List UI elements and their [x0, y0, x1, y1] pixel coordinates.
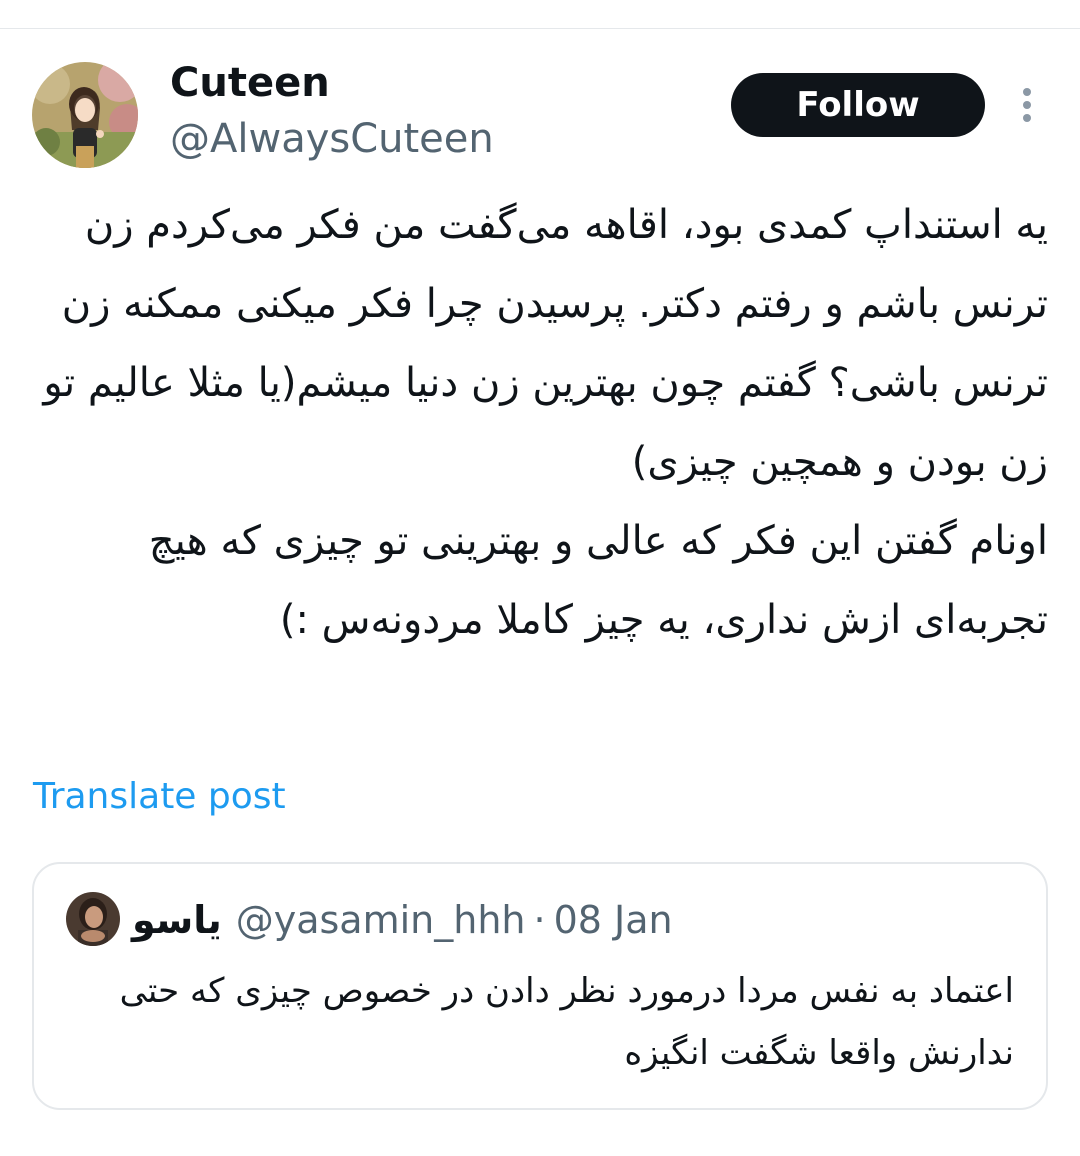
quoted-tweet-date[interactable]: 08 Jan [554, 898, 673, 942]
top-divider [0, 28, 1080, 29]
tweet-paragraph: اونام گفتن این فکر که عالی و بهترینی تو … [148, 518, 1048, 643]
quoted-author-avatar[interactable] [66, 892, 120, 946]
quoted-tweet-card[interactable]: یاسو @yasamin_hhh · 08 Jan اعتماد به نفس… [32, 862, 1048, 1110]
author-display-name[interactable]: Cuteen [170, 56, 330, 110]
quoted-tweet-header: یاسو @yasamin_hhh · 08 Jan [132, 894, 673, 946]
quoted-avatar-photo-icon [66, 892, 120, 946]
tweet-text: یه استنداپ کمدی بود، اقاهه می‌گفت من فکر… [30, 186, 1048, 660]
author-handle[interactable]: @AlwaysCuteen [170, 112, 494, 166]
tweet-paragraph: یه استنداپ کمدی بود، اقاهه می‌گفت من فکر… [43, 202, 1048, 485]
quoted-tweet-text: اعتماد به نفس مردا درمورد نظر دادن در خص… [119, 971, 1014, 1073]
more-vertical-icon[interactable] [1012, 86, 1042, 126]
follow-button[interactable]: Follow [731, 73, 985, 137]
author-avatar[interactable] [32, 62, 138, 168]
avatar-illustration-icon [32, 62, 138, 168]
translate-post-link[interactable]: Translate post [33, 772, 286, 822]
header-separator: · [533, 898, 546, 942]
quoted-author-handle[interactable]: @yasamin_hhh [236, 898, 526, 942]
quoted-author-name[interactable]: یاسو [132, 898, 222, 942]
